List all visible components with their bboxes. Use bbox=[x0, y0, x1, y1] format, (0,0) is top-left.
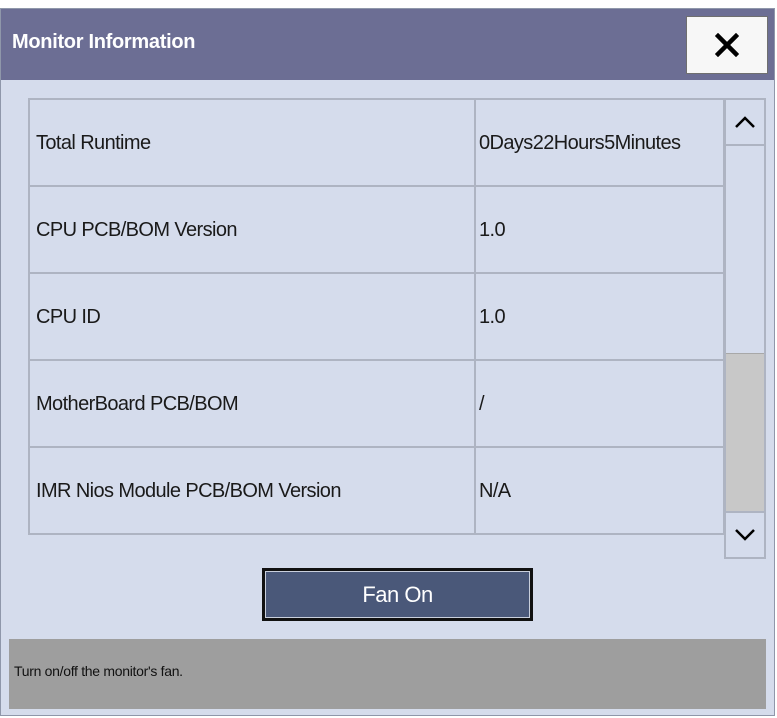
row-value: 0Days22Hours5Minutes bbox=[474, 98, 725, 187]
row-label: IMR Nios Module PCB/BOM Version bbox=[28, 446, 476, 535]
table-row: MotherBoard PCB/BOM / bbox=[28, 359, 725, 448]
close-button[interactable] bbox=[686, 16, 768, 74]
row-label: MotherBoard PCB/BOM bbox=[28, 359, 476, 448]
help-bar: Turn on/off the monitor's fan. bbox=[9, 639, 766, 709]
chevron-up-icon bbox=[735, 116, 755, 128]
chevron-down-icon bbox=[735, 529, 755, 541]
row-label: CPU ID bbox=[28, 272, 476, 361]
table-row: CPU PCB/BOM Version 1.0 bbox=[28, 185, 725, 274]
scroll-up-button[interactable] bbox=[726, 100, 764, 146]
scroll-thumb[interactable] bbox=[726, 353, 764, 513]
scroll-down-button[interactable] bbox=[726, 511, 764, 557]
fan-on-button[interactable]: Fan On bbox=[262, 568, 533, 621]
row-value: 1.0 bbox=[474, 272, 725, 361]
row-value: 1.0 bbox=[474, 185, 725, 274]
table-row: IMR Nios Module PCB/BOM Version N/A bbox=[28, 446, 725, 535]
table-row: Total Runtime 0Days22Hours5Minutes bbox=[28, 98, 725, 187]
monitor-information-dialog: Monitor Information Total Runtime 0Days2… bbox=[0, 8, 775, 716]
info-table: Total Runtime 0Days22Hours5Minutes CPU P… bbox=[28, 98, 725, 535]
row-label: Total Runtime bbox=[28, 98, 476, 187]
row-value: / bbox=[474, 359, 725, 448]
row-label: CPU PCB/BOM Version bbox=[28, 185, 476, 274]
dialog-title: Monitor Information bbox=[12, 31, 196, 53]
vertical-scrollbar[interactable] bbox=[724, 98, 766, 559]
row-value: N/A bbox=[474, 446, 725, 535]
close-x-icon bbox=[715, 33, 739, 57]
table-row: CPU ID 1.0 bbox=[28, 272, 725, 361]
help-text: Turn on/off the monitor's fan. bbox=[14, 663, 183, 679]
dialog-titlebar: Monitor Information bbox=[1, 9, 774, 80]
